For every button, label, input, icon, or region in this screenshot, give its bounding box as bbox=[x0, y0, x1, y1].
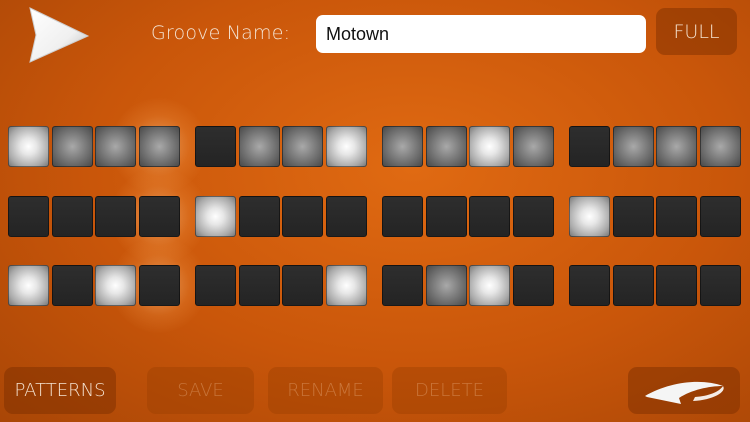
groove-name-input[interactable] bbox=[316, 15, 646, 53]
step-pad[interactable] bbox=[282, 265, 323, 306]
step-pad[interactable] bbox=[325, 126, 367, 167]
step-pad[interactable] bbox=[569, 196, 610, 237]
step-pad[interactable] bbox=[512, 265, 554, 306]
step-pad[interactable] bbox=[238, 126, 280, 167]
play-icon bbox=[29, 7, 90, 63]
step-pad[interactable] bbox=[656, 196, 697, 237]
step-pad[interactable] bbox=[8, 126, 49, 167]
step-pad[interactable] bbox=[612, 265, 654, 306]
step-pad[interactable] bbox=[512, 126, 554, 167]
patterns-button[interactable]: PATTERNS bbox=[4, 367, 116, 414]
step-pad[interactable] bbox=[8, 265, 49, 306]
delete-button[interactable]: DELETE bbox=[392, 367, 507, 414]
step-pad[interactable] bbox=[95, 126, 136, 167]
step-pad[interactable] bbox=[325, 196, 367, 237]
step-pad[interactable] bbox=[425, 265, 467, 306]
step-pad[interactable] bbox=[656, 126, 697, 167]
step-pad[interactable] bbox=[195, 196, 236, 237]
step-pad[interactable] bbox=[512, 196, 554, 237]
step-pad[interactable] bbox=[138, 196, 180, 237]
step-pad[interactable] bbox=[699, 265, 741, 306]
step-pad[interactable] bbox=[95, 196, 136, 237]
step-pad[interactable] bbox=[425, 196, 467, 237]
step-pad[interactable] bbox=[282, 126, 323, 167]
step-pad[interactable] bbox=[8, 196, 49, 237]
step-pad[interactable] bbox=[195, 126, 236, 167]
step-pad[interactable] bbox=[699, 126, 741, 167]
step-pad[interactable] bbox=[51, 126, 93, 167]
step-pad[interactable] bbox=[469, 126, 510, 167]
save-button[interactable]: SAVE bbox=[147, 367, 254, 414]
step-pad[interactable] bbox=[569, 126, 610, 167]
step-pad[interactable] bbox=[51, 196, 93, 237]
step-pad[interactable] bbox=[699, 196, 741, 237]
step-pad[interactable] bbox=[382, 265, 423, 306]
step-pad[interactable] bbox=[325, 265, 367, 306]
step-pad[interactable] bbox=[51, 265, 93, 306]
groove-name-label: Groove Name: bbox=[151, 22, 291, 44]
play-button[interactable] bbox=[22, 6, 92, 64]
step-pad[interactable] bbox=[656, 265, 697, 306]
step-pad[interactable] bbox=[469, 196, 510, 237]
full-button[interactable]: FULL bbox=[656, 8, 737, 55]
step-pad[interactable] bbox=[282, 196, 323, 237]
rename-button[interactable]: RENAME bbox=[268, 367, 383, 414]
back-button[interactable] bbox=[628, 367, 740, 414]
step-pad[interactable] bbox=[238, 265, 280, 306]
step-pad[interactable] bbox=[195, 265, 236, 306]
step-pad[interactable] bbox=[238, 196, 280, 237]
step-pad[interactable] bbox=[612, 126, 654, 167]
step-pad[interactable] bbox=[382, 126, 423, 167]
step-pad[interactable] bbox=[469, 265, 510, 306]
step-pad[interactable] bbox=[382, 196, 423, 237]
step-pad[interactable] bbox=[95, 265, 136, 306]
step-pad[interactable] bbox=[138, 126, 180, 167]
step-pad[interactable] bbox=[569, 265, 610, 306]
step-pad[interactable] bbox=[612, 196, 654, 237]
step-pad[interactable] bbox=[425, 126, 467, 167]
back-arrow-icon bbox=[645, 381, 724, 404]
step-pad[interactable] bbox=[138, 265, 180, 306]
